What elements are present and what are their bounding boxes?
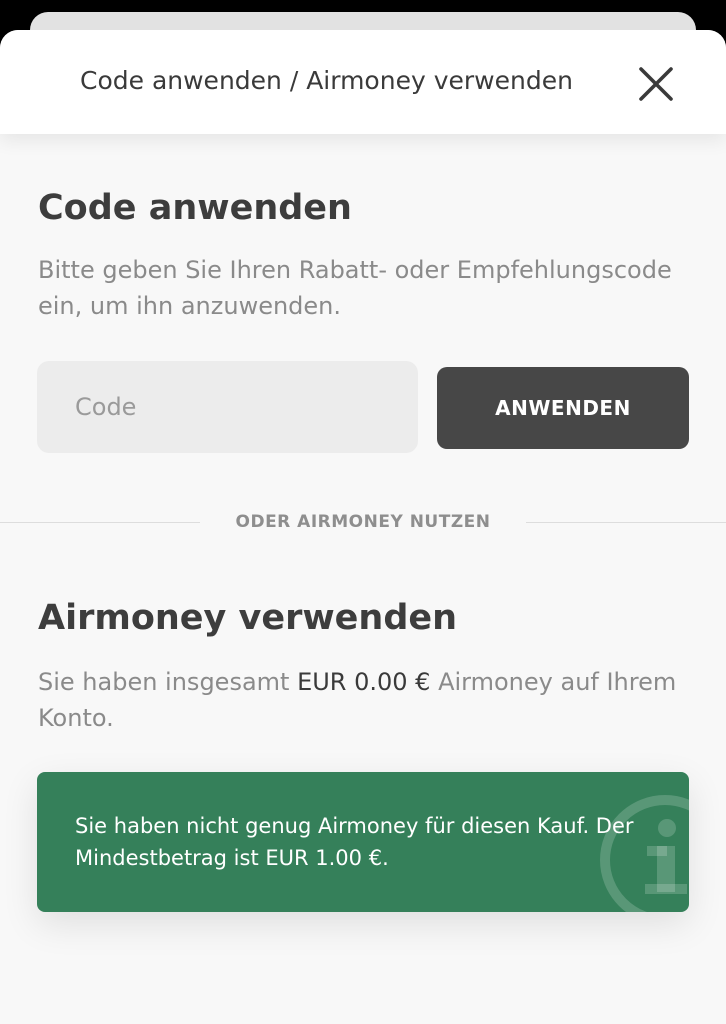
apply-button[interactable]: ANWENDEN: [437, 367, 689, 449]
close-icon: [639, 67, 673, 101]
airmoney-section-heading: Airmoney verwenden: [38, 598, 458, 638]
notice-text: Sie haben nicht genug Airmoney für diese…: [75, 814, 634, 870]
insufficient-airmoney-notice: Sie haben nicht genug Airmoney für diese…: [37, 772, 689, 912]
sheet-title: Code anwenden / Airmoney verwenden: [80, 66, 573, 95]
code-input[interactable]: [37, 361, 418, 453]
balance-amount: EUR 0.00 €: [297, 668, 431, 696]
divider-label: ODER AIRMONEY NUTZEN: [235, 512, 491, 532]
sheet-header: Code anwenden / Airmoney verwenden: [0, 30, 726, 134]
code-section-description: Bitte geben Sie Ihren Rabatt- oder Empfe…: [38, 256, 672, 320]
balance-prefix: Sie haben insgesamt: [38, 668, 298, 696]
apply-code-sheet: Code anwenden / Airmoney verwenden Code …: [0, 30, 726, 1024]
code-section-heading: Code anwenden: [38, 188, 352, 228]
close-button[interactable]: [632, 60, 680, 108]
airmoney-balance-text: Sie haben insgesamt EUR 0.00 € Airmoney …: [38, 664, 678, 736]
